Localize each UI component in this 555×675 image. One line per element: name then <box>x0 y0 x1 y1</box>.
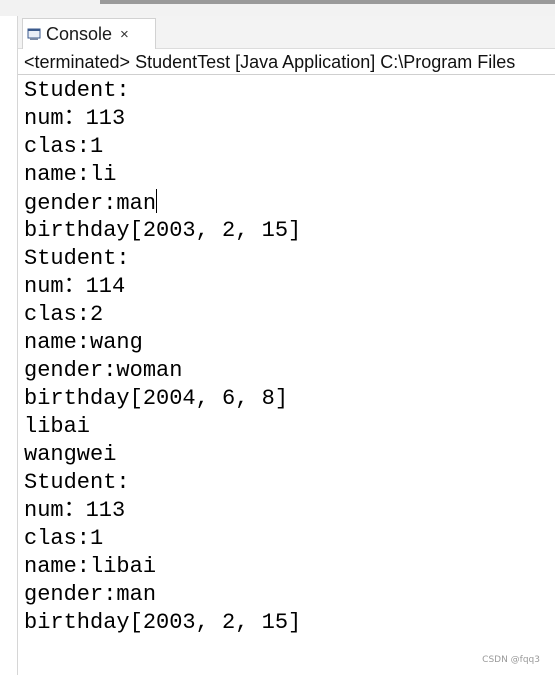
console-line: clas:1 <box>24 133 555 161</box>
console-line-text: birthday[2003, 2, 15] <box>24 610 302 635</box>
console-line-text: num：113 <box>24 498 126 523</box>
console-line-text: libai <box>24 414 91 439</box>
console-line-text: name:wang <box>24 330 143 355</box>
console-line-text: clas:2 <box>24 302 104 327</box>
console-line: num：113 <box>24 497 555 525</box>
horizontal-scrollbar[interactable] <box>100 0 555 4</box>
console-line: birthday[2003, 2, 15] <box>24 217 555 245</box>
console-line: gender:woman <box>24 357 555 385</box>
console-line-text: gender:man <box>24 582 157 607</box>
console-icon <box>27 28 41 40</box>
console-line: Student: <box>24 77 555 105</box>
console-line: birthday[2004, 6, 8] <box>24 385 555 413</box>
console-line: birthday[2003, 2, 15] <box>24 609 555 637</box>
watermark: CSDN @fqq3 <box>482 655 540 665</box>
console-line-text: Student: <box>24 78 130 103</box>
console-line-text: num：114 <box>24 274 126 299</box>
console-line-text: wangwei <box>24 442 117 467</box>
console-line-text: name:li <box>24 162 117 187</box>
console-line-text: birthday[2004, 6, 8] <box>24 386 289 411</box>
console-line: wangwei <box>24 441 555 469</box>
process-status: <terminated> StudentTest [Java Applicati… <box>24 52 516 72</box>
console-line-text: clas:1 <box>24 526 104 551</box>
status-divider <box>18 74 555 75</box>
console-line: gender:man <box>24 189 555 217</box>
console-line-text: num：113 <box>24 106 126 131</box>
console-line: name:libai <box>24 553 555 581</box>
console-line: name:li <box>24 161 555 189</box>
close-icon[interactable]: × <box>120 27 129 42</box>
console-line-text: gender:woman <box>24 358 183 383</box>
console-line: clas:2 <box>24 301 555 329</box>
console-line: clas:1 <box>24 525 555 553</box>
console-line: name:wang <box>24 329 555 357</box>
view-left-border <box>17 16 18 675</box>
console-line-text: birthday[2003, 2, 15] <box>24 218 302 243</box>
view-tab-bar: Console × <box>18 16 555 49</box>
console-line-text: clas:1 <box>24 134 104 159</box>
tab-console[interactable]: Console × <box>22 18 156 49</box>
console-output[interactable]: Student: num：113 clas:1 name:li gender:man bi… <box>24 77 555 637</box>
console-line: libai <box>24 413 555 441</box>
console-line: num：113 <box>24 105 555 133</box>
console-line: gender:man <box>24 581 555 609</box>
tab-console-label: Console <box>46 23 113 44</box>
console-line: num：114 <box>24 273 555 301</box>
console-view: Console × <terminated> StudentTest [Java… <box>0 0 555 675</box>
text-caret <box>156 189 158 213</box>
console-line: Student: <box>24 469 555 497</box>
console-line-text: Student: <box>24 470 130 495</box>
console-line: Student: <box>24 245 555 273</box>
console-line-text: Student: <box>24 246 130 271</box>
console-line-text: gender:man <box>24 191 157 216</box>
console-line-text: name:libai <box>24 554 157 579</box>
